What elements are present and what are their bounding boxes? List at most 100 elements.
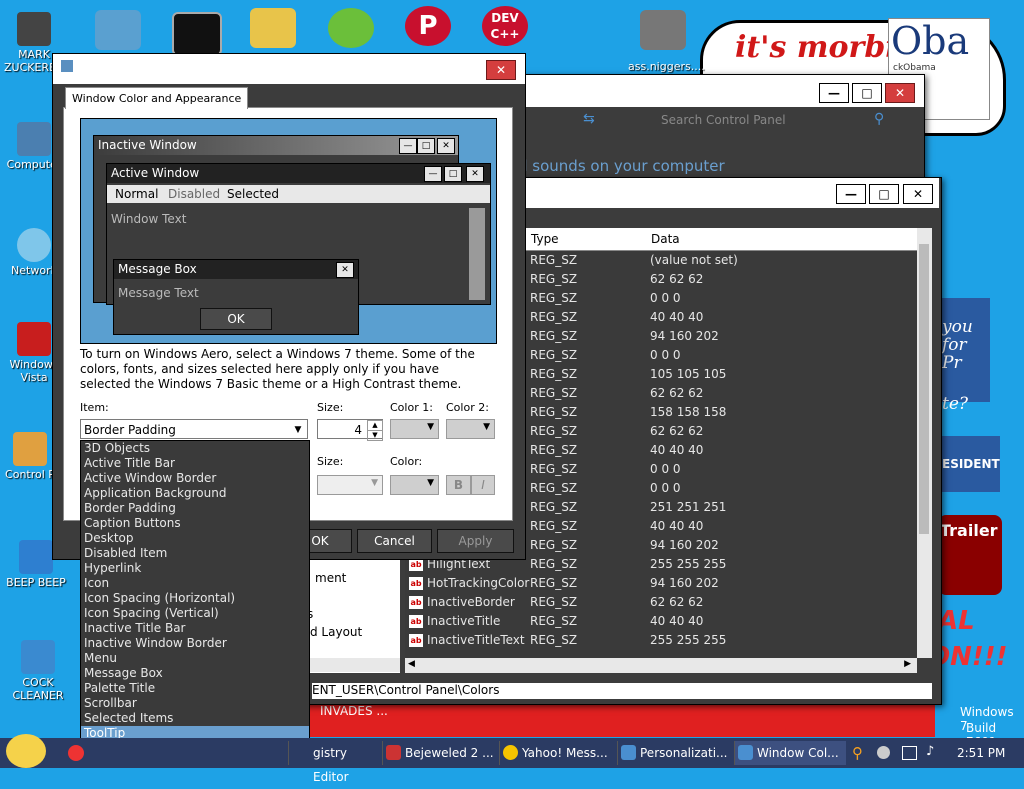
table-row[interactable]: ab InactiveTitle REG_SZ 40 40 40 bbox=[405, 612, 917, 631]
vote-poster-text: you for Pr bbox=[942, 317, 973, 373]
dropdown-option[interactable]: Desktop bbox=[81, 531, 309, 546]
table-row[interactable]: ab InactiveTitleText REG_SZ 255 255 255 bbox=[405, 631, 917, 650]
address-bar[interactable]: ▼ bbox=[518, 111, 576, 131]
scrollbar-thumb[interactable] bbox=[919, 244, 929, 534]
refresh-icon[interactable]: ⇆ bbox=[583, 111, 603, 131]
tree-item[interactable]: ment bbox=[315, 571, 346, 585]
devcpp-icon[interactable]: DEV C++ bbox=[482, 6, 528, 46]
dropdown-option[interactable]: Active Title Bar bbox=[81, 456, 309, 471]
value-data-cell: 158 158 158 bbox=[650, 405, 727, 419]
value-data-cell: 251 251 251 bbox=[650, 500, 727, 514]
dropdown-option[interactable]: 3D Objects bbox=[81, 441, 309, 456]
string-value-icon: ab bbox=[409, 634, 423, 647]
network-icon bbox=[17, 228, 51, 262]
personalization-icon bbox=[621, 745, 636, 760]
preview-scrollbar bbox=[469, 208, 485, 300]
column-header-data[interactable]: Data bbox=[651, 232, 680, 246]
item-select[interactable]: Border Padding ▼ bbox=[80, 419, 308, 439]
dropdown-option[interactable]: Icon Spacing (Vertical) bbox=[81, 606, 309, 621]
dropdown-option[interactable]: Caption Buttons bbox=[81, 516, 309, 531]
dropdown-option[interactable]: Border Padding bbox=[81, 501, 309, 516]
clock[interactable]: 2:51 PM bbox=[957, 746, 1005, 760]
value-data-cell: 40 40 40 bbox=[650, 443, 704, 457]
tree-item[interactable]: d Layout bbox=[310, 625, 362, 639]
search-tray-icon[interactable]: ⚲ bbox=[852, 744, 863, 762]
taskbar-item-personalization[interactable]: Personalizati... bbox=[617, 741, 729, 765]
volume-icon[interactable]: ♪ bbox=[926, 744, 934, 759]
dropdown-option[interactable]: Hyperlink bbox=[81, 561, 309, 576]
minimize-button[interactable]: — bbox=[819, 83, 849, 103]
angry-birds-icon[interactable] bbox=[328, 8, 374, 48]
value-type-cell: REG_SZ bbox=[530, 329, 578, 343]
scroll-left-icon[interactable]: ◀ bbox=[408, 659, 415, 669]
close-button[interactable]: ✕ bbox=[885, 83, 915, 103]
aero-info-text: To turn on Windows Aero, select a Window… bbox=[80, 347, 475, 391]
taskbar-item-label: Window Col... bbox=[757, 746, 839, 760]
menu-selected: Selected bbox=[227, 187, 280, 201]
dropdown-option[interactable]: Inactive Window Border bbox=[81, 636, 309, 651]
dropdown-option[interactable]: Icon Spacing (Horizontal) bbox=[81, 591, 309, 606]
bold-button[interactable]: B bbox=[446, 475, 471, 495]
table-row[interactable]: ab InactiveBorder REG_SZ 62 62 62 bbox=[405, 593, 917, 612]
dropdown-option[interactable]: Inactive Title Bar bbox=[81, 621, 309, 636]
color2-picker[interactable]: ▼ bbox=[446, 419, 495, 439]
registry-hscrollbar[interactable]: ◀ ▶ bbox=[405, 658, 917, 673]
cancel-button[interactable]: Cancel bbox=[357, 529, 432, 553]
search-input[interactable]: Search Control Panel bbox=[661, 113, 786, 127]
italic-button[interactable]: I bbox=[471, 475, 495, 495]
desktop-icon-label: COCK CLEANER bbox=[12, 676, 64, 702]
dropdown-option[interactable]: Icon bbox=[81, 576, 309, 591]
desktop-icon-control-panel[interactable]: Control P bbox=[0, 432, 60, 481]
maximize-button[interactable]: □ bbox=[869, 184, 899, 204]
tools-icon[interactable] bbox=[95, 10, 141, 50]
dropdown-option[interactable]: Application Background bbox=[81, 486, 309, 501]
registry-vscrollbar[interactable] bbox=[917, 228, 932, 658]
dropdown-option[interactable]: Palette Title bbox=[81, 681, 309, 696]
gear-icon[interactable] bbox=[640, 10, 686, 50]
dropdown-option[interactable]: Menu bbox=[81, 651, 309, 666]
scroll-right-icon[interactable]: ▶ bbox=[904, 659, 911, 669]
value-type-cell: REG_SZ bbox=[530, 253, 578, 267]
string-value-icon: ab bbox=[409, 596, 423, 609]
dropdown-option[interactable]: Message Box bbox=[81, 666, 309, 681]
table-row[interactable]: ab HotTrackingColor REG_SZ 94 160 202 bbox=[405, 574, 917, 593]
dropdown-option[interactable]: Active Window Border bbox=[81, 471, 309, 486]
folder-icon[interactable] bbox=[250, 8, 296, 48]
value-data-cell: 94 160 202 bbox=[650, 329, 719, 343]
status-bar-path: ENT_USER\Control Panel\Colors bbox=[312, 683, 932, 699]
obama-sub: ckObama bbox=[893, 63, 936, 73]
value-type-cell: REG_SZ bbox=[530, 576, 578, 590]
network-tray-icon[interactable] bbox=[902, 746, 917, 760]
value-type-cell: REG_SZ bbox=[530, 633, 578, 647]
cmd-icon[interactable] bbox=[172, 12, 222, 56]
dropdown-option[interactable]: Scrollbar bbox=[81, 696, 309, 711]
tree-hscroll[interactable] bbox=[305, 658, 400, 672]
taskbar-item-yahoo[interactable]: Yahoo! Mess... bbox=[499, 741, 611, 765]
minimize-button[interactable]: — bbox=[836, 184, 866, 204]
font-color-picker[interactable]: ▼ bbox=[390, 475, 439, 495]
start-button[interactable] bbox=[6, 734, 46, 768]
dropdown-option[interactable]: Selected Items bbox=[81, 711, 309, 726]
maximize-button[interactable]: □ bbox=[852, 83, 882, 103]
apply-button[interactable]: Apply bbox=[437, 529, 514, 553]
close-button[interactable]: ✕ bbox=[903, 184, 933, 204]
column-header-type[interactable]: Type bbox=[531, 232, 559, 246]
search-icon[interactable]: ⚲ bbox=[874, 111, 884, 127]
stepper-down-icon[interactable]: ▼ bbox=[367, 430, 383, 441]
minus-tray-icon[interactable] bbox=[877, 746, 890, 759]
chrome-icon[interactable] bbox=[68, 745, 84, 761]
control-panel-icon bbox=[13, 432, 47, 466]
dialog-titlebar bbox=[53, 54, 525, 84]
p-app-icon[interactable]: P bbox=[405, 6, 451, 46]
inactive-window-title: Inactive Window bbox=[98, 138, 197, 152]
value-data-cell: 255 255 255 bbox=[650, 633, 727, 647]
taskbar-item-registry[interactable]: gistry Editor bbox=[288, 741, 380, 784]
taskbar-item-bejeweled[interactable]: Bejeweled 2 ... bbox=[382, 741, 494, 765]
close-button[interactable]: ✕ bbox=[486, 60, 516, 80]
dropdown-option[interactable]: Disabled Item bbox=[81, 546, 309, 561]
tab-window-color[interactable]: Window Color and Appearance bbox=[65, 87, 249, 109]
color1-picker[interactable]: ▼ bbox=[390, 419, 439, 439]
taskbar-item-window-color[interactable]: Window Col... bbox=[734, 741, 846, 765]
font-size-select[interactable]: ▼ bbox=[317, 475, 383, 495]
desktop-icon-cock-cleaner[interactable]: COCK CLEANER bbox=[8, 640, 68, 702]
